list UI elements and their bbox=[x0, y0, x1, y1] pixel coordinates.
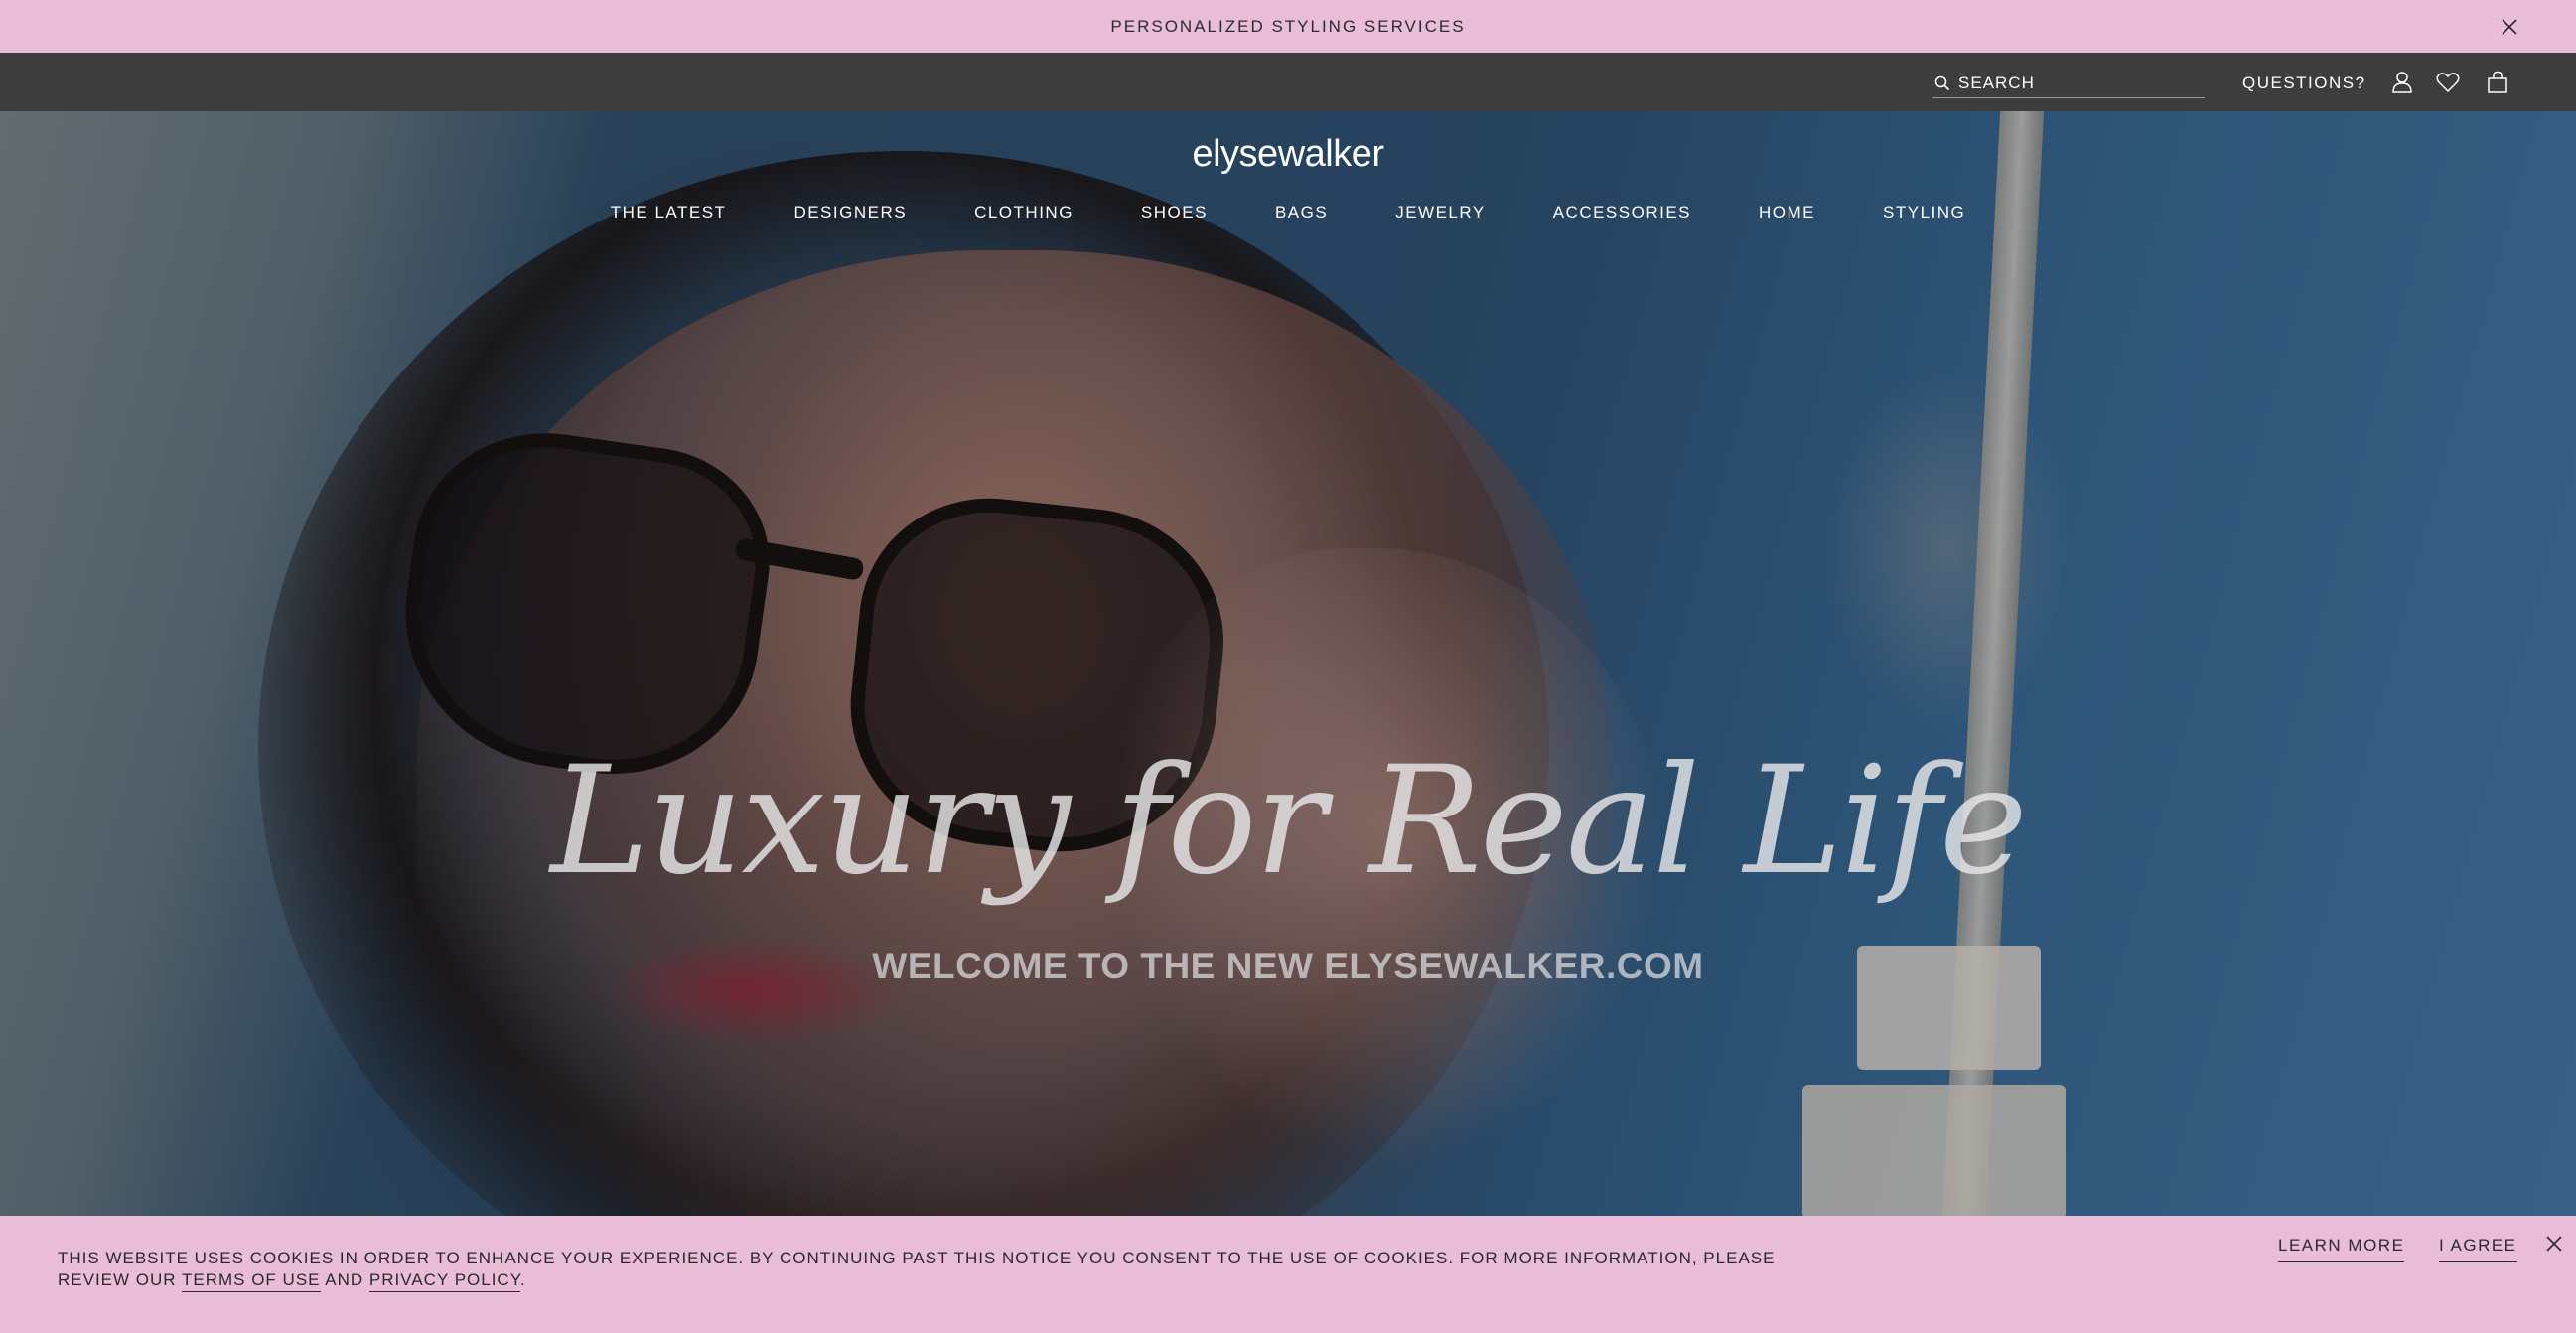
cookie-notice-period: . bbox=[519, 1270, 526, 1289]
promo-bar: PERSONALIZED STYLING SERVICES bbox=[0, 0, 2576, 53]
nav-item-home[interactable]: HOME bbox=[1759, 203, 1815, 222]
privacy-policy-link[interactable]: PRIVACY POLICY bbox=[368, 1270, 520, 1292]
search-icon bbox=[1934, 75, 1950, 91]
promo-text[interactable]: PERSONALIZED STYLING SERVICES bbox=[1110, 17, 1465, 37]
search-input[interactable] bbox=[1958, 73, 2187, 93]
nav-item-bags[interactable]: BAGS bbox=[1275, 203, 1328, 222]
hero-script-headline: Luxury for Real Life bbox=[550, 735, 2027, 908]
cookie-banner: THIS WEBSITE USES COOKIES IN ORDER TO EN… bbox=[0, 1216, 2576, 1333]
close-icon[interactable] bbox=[2495, 12, 2524, 42]
close-icon[interactable] bbox=[2539, 1229, 2569, 1259]
hero-banner[interactable]: elysewalker THE LATEST DESIGNERS CLOTHIN… bbox=[0, 111, 2576, 1216]
nav-item-jewelry[interactable]: JEWELRY bbox=[1395, 203, 1486, 222]
utility-bar: QUESTIONS? bbox=[0, 53, 2576, 111]
i-agree-button[interactable]: I AGREE bbox=[2439, 1236, 2517, 1262]
questions-link[interactable]: QUESTIONS? bbox=[2242, 69, 2366, 98]
cookie-notice-text: THIS WEBSITE USES COOKIES IN ORDER TO EN… bbox=[58, 1248, 1815, 1292]
nav-item-designers[interactable]: DESIGNERS bbox=[793, 203, 907, 222]
hero-subheadline: WELCOME TO THE NEW ELYSEWALKER.COM bbox=[872, 946, 1704, 986]
learn-more-button[interactable]: LEARN MORE bbox=[2278, 1236, 2405, 1262]
search-field[interactable] bbox=[1932, 69, 2205, 98]
site-logo[interactable]: elysewalker bbox=[0, 133, 2576, 176]
main-nav: THE LATEST DESIGNERS CLOTHING SHOES BAGS… bbox=[0, 203, 2576, 222]
user-icon[interactable] bbox=[2387, 68, 2417, 97]
cookie-notice-and: AND bbox=[320, 1270, 369, 1289]
nav-item-styling[interactable]: STYLING bbox=[1883, 203, 1965, 222]
nav-item-shoes[interactable]: SHOES bbox=[1141, 203, 1208, 222]
nav-item-clothing[interactable]: CLOTHING bbox=[974, 203, 1073, 222]
heart-icon[interactable] bbox=[2433, 68, 2463, 97]
nav-item-accessories[interactable]: ACCESSORIES bbox=[1553, 203, 1691, 222]
terms-of-use-link[interactable]: TERMS OF USE bbox=[181, 1270, 321, 1292]
shopping-bag-icon[interactable] bbox=[2483, 68, 2512, 97]
nav-item-the-latest[interactable]: THE LATEST bbox=[611, 203, 727, 222]
